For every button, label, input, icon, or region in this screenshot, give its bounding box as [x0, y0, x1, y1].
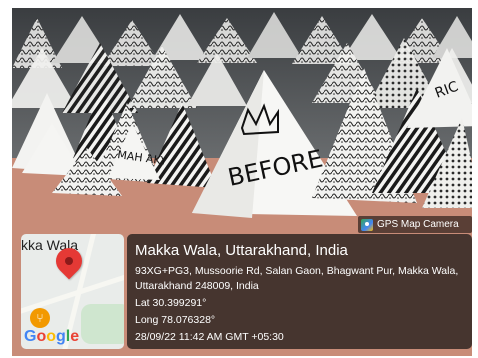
gps-camera-icon	[361, 218, 373, 231]
map-thumbnail: kka Wala ⑂ Google	[21, 234, 124, 349]
google-logo: Google	[24, 328, 80, 345]
location-title: Makka Wala, Uttarakhand, India	[135, 242, 348, 259]
location-address: 93XG+PG3, Mussoorie Rd, Salan Gaon, Bhag…	[135, 265, 459, 292]
location-info-panel: Makka Wala, Uttarakhand, India 93XG+PG3,…	[127, 234, 472, 349]
gps-map-camera-badge: GPS Map Camera	[358, 216, 472, 233]
longitude: Long 78.076328°	[135, 314, 216, 326]
gps-badge-label: GPS Map Camera	[377, 219, 459, 230]
latitude: Lat 30.399291°	[135, 297, 207, 309]
map-park-area	[81, 304, 124, 344]
restaurant-fork-icon: ⑂	[30, 308, 50, 328]
timestamp: 28/09/22 11:42 AM GMT +05:30	[135, 331, 284, 343]
